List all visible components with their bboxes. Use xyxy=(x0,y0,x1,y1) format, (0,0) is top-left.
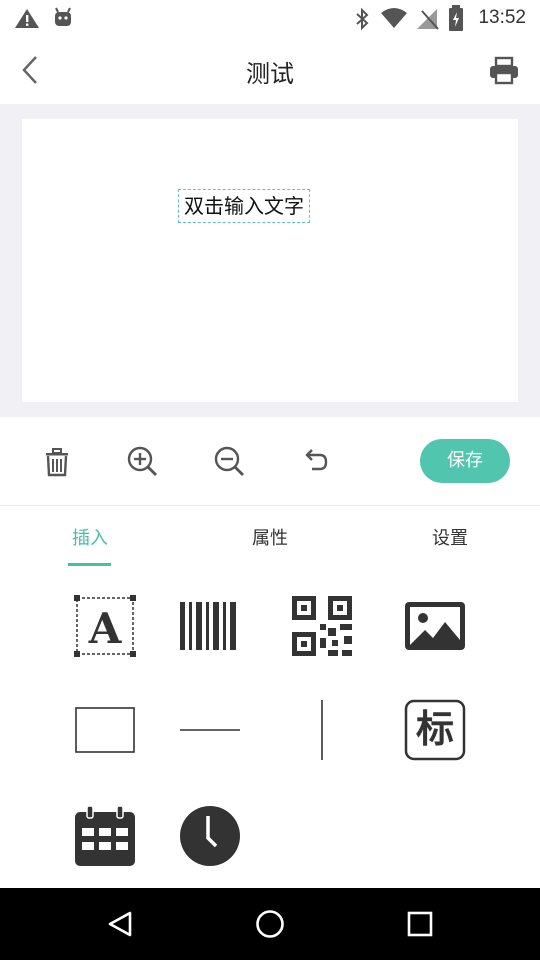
status-bar: 13:52 xyxy=(0,0,540,38)
tab-settings[interactable]: 设置 xyxy=(390,524,510,550)
barcode-icon[interactable] xyxy=(178,594,242,658)
wifi-icon xyxy=(381,8,407,28)
warning-icon xyxy=(15,9,39,28)
printer-icon[interactable] xyxy=(488,56,520,86)
tab-properties[interactable]: 属性 xyxy=(210,524,330,550)
insert-grid: A 标 xyxy=(0,570,540,888)
svg-text:A: A xyxy=(88,604,123,653)
label-canvas[interactable]: 双击输入文字 xyxy=(22,119,518,402)
edit-toolbar: 保存 xyxy=(0,417,540,506)
status-time: 13:52 xyxy=(478,7,526,28)
delete-icon[interactable] xyxy=(37,442,77,482)
canvas-area: 双击输入文字 xyxy=(0,104,540,417)
qrcode-icon[interactable] xyxy=(290,594,354,658)
bluetooth-icon xyxy=(356,7,369,31)
clock-icon[interactable] xyxy=(178,804,242,868)
undo-icon[interactable] xyxy=(294,441,334,481)
android-icon xyxy=(55,7,71,26)
image-icon[interactable] xyxy=(403,594,467,658)
nav-back-icon[interactable] xyxy=(106,910,134,938)
no-signal-icon xyxy=(417,9,439,30)
tab-underline xyxy=(68,563,111,566)
battery-icon xyxy=(449,5,463,31)
logo-icon[interactable]: 标 xyxy=(403,698,467,762)
system-nav-bar xyxy=(0,888,540,960)
app-header: 测试 xyxy=(0,38,540,104)
nav-recents-icon[interactable] xyxy=(406,910,434,938)
zoom-in-icon[interactable] xyxy=(122,441,162,481)
calendar-icon[interactable] xyxy=(73,804,137,868)
nav-home-icon[interactable] xyxy=(255,909,285,939)
tab-bar: 插入 属性 设置 xyxy=(0,506,540,570)
page-title: 测试 xyxy=(246,60,294,88)
text-element[interactable]: 双击输入文字 xyxy=(178,189,310,223)
rectangle-icon[interactable] xyxy=(73,698,137,762)
save-button[interactable]: 保存 xyxy=(420,439,510,483)
logo-glyph: 标 xyxy=(415,707,454,751)
horizontal-line-icon[interactable] xyxy=(178,698,242,762)
tab-insert[interactable]: 插入 xyxy=(30,524,150,550)
vertical-line-icon[interactable] xyxy=(290,698,354,762)
text-icon[interactable]: A xyxy=(73,594,137,658)
zoom-out-icon[interactable] xyxy=(209,441,249,481)
